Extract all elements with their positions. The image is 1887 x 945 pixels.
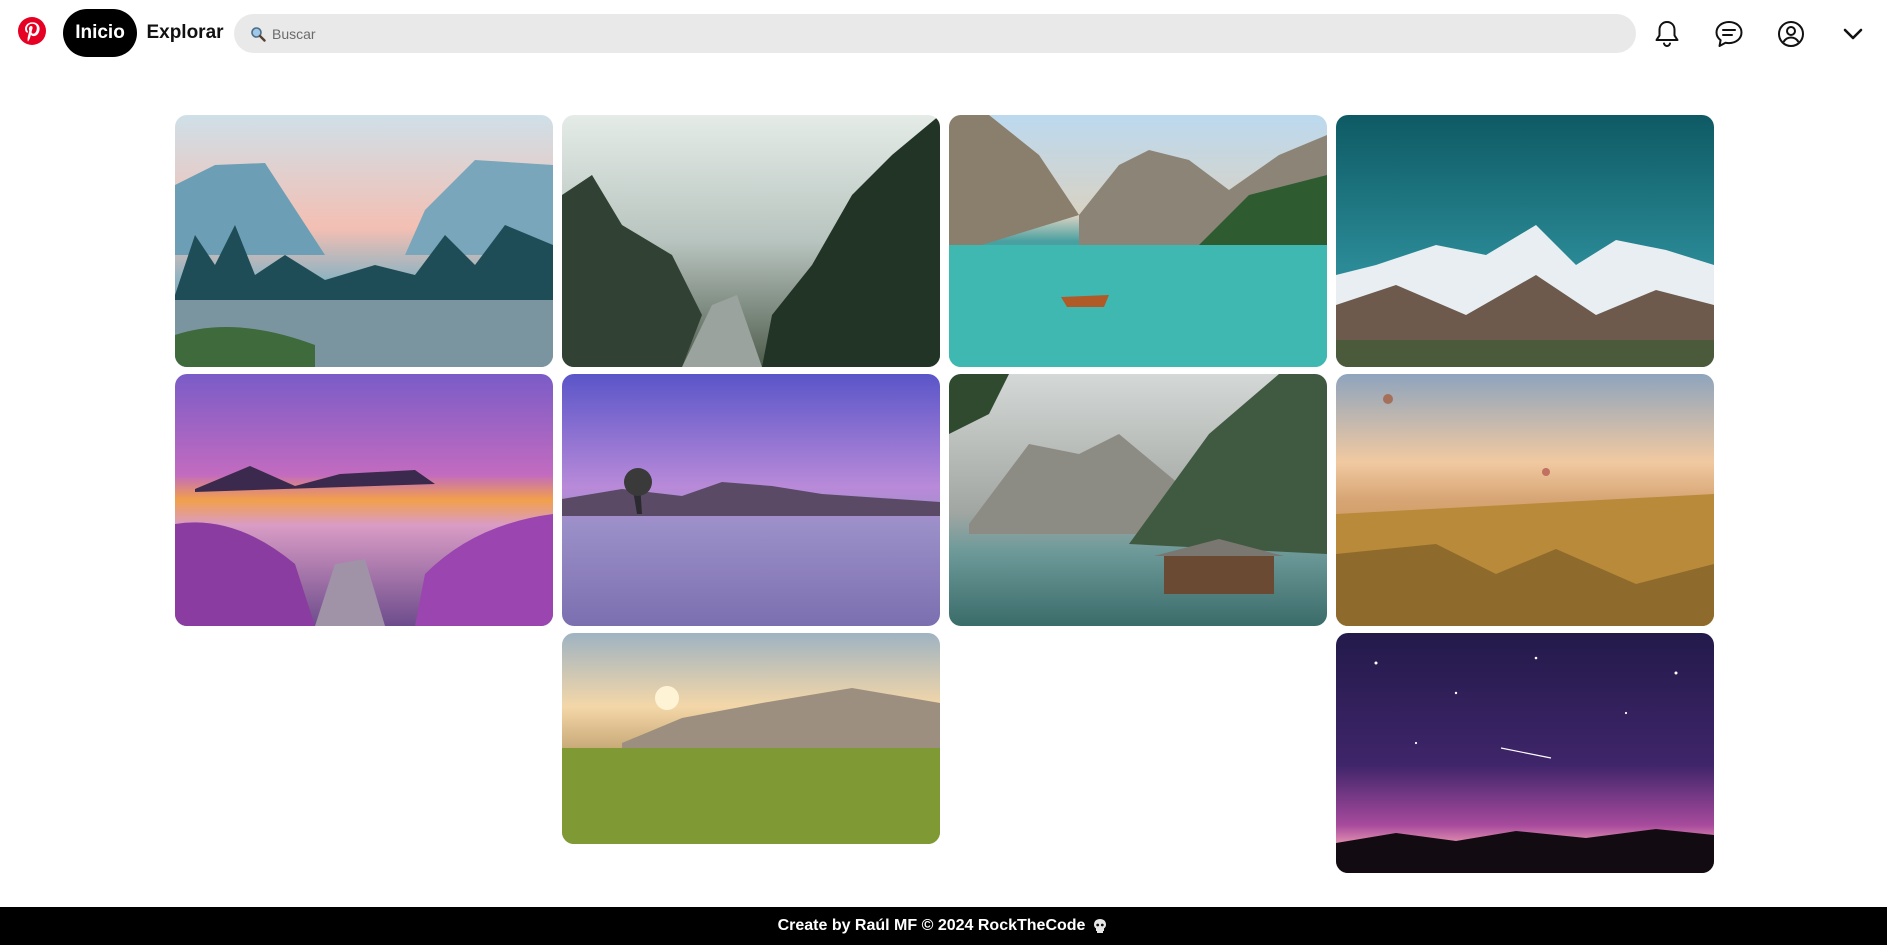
notifications-button[interactable] [1650,17,1684,51]
user-circle-icon [1778,21,1804,47]
pin-image-purple-flower-lake[interactable] [175,374,553,626]
footer: Create by Raúl MF © 2024 RockTheCode [0,907,1887,945]
pin-image-meadow-sunrise[interactable] [562,633,940,844]
pin-image-misty-forest-creek[interactable] [562,115,940,367]
bell-icon [1655,21,1679,48]
profile-button[interactable] [1774,17,1808,51]
pin-image-snowy-mountains[interactable] [1336,115,1714,367]
top-navigation-bar: Inicio Explorar [0,0,1887,66]
nav-home-button[interactable]: Inicio [63,9,137,57]
pin-image-milky-way[interactable] [1336,633,1714,873]
pin-image-valley-river[interactable] [175,115,553,367]
pin-image-lone-tree-lake[interactable] [562,374,940,626]
chat-icon [1715,21,1743,47]
skull-icon [1091,917,1109,935]
account-menu-button[interactable] [1836,17,1870,51]
chevron-down-icon [1843,28,1863,40]
nav-explore-button[interactable]: Explorar [144,9,226,57]
pinterest-logo-icon[interactable] [17,16,47,46]
footer-credit-text: Create by Raúl MF © 2024 RockTheCode [777,917,1086,934]
search-bar[interactable] [234,14,1636,53]
pin-image-mountain-boathouse[interactable] [949,374,1327,626]
pin-image-balloons-canyon[interactable] [1336,374,1714,626]
messages-button[interactable] [1712,17,1746,51]
pin-image-turquoise-lake-boat[interactable] [949,115,1327,367]
search-input[interactable] [272,18,1572,49]
search-icon [251,26,266,42]
